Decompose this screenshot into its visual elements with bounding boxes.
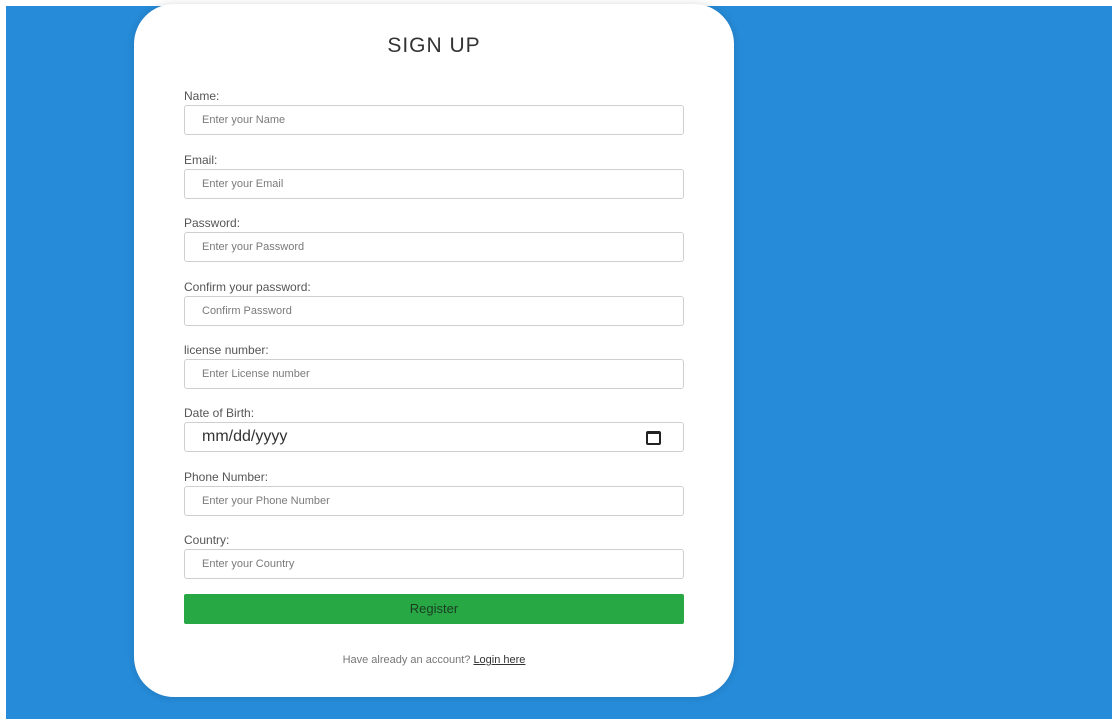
email-input[interactable]: Enter your Email	[184, 169, 684, 199]
confirm-password-label: Confirm your password:	[184, 280, 311, 294]
calendar-icon[interactable]	[646, 431, 661, 445]
login-prompt: Have already an account? Login here	[134, 654, 734, 666]
license-number-label: license number:	[184, 343, 269, 357]
password-field-group: Password: Enter your Password	[184, 215, 684, 262]
signup-card: SIGN UP Name: Enter your Name Email: Ent…	[134, 4, 734, 697]
country-placeholder: Enter your Country	[202, 558, 295, 570]
date-of-birth-input[interactable]: mm/dd/yyyy	[184, 422, 684, 452]
confirm-password-placeholder: Confirm Password	[202, 305, 292, 317]
country-label: Country:	[184, 533, 230, 547]
name-field-group: Name: Enter your Name	[184, 88, 684, 135]
email-field-group: Email: Enter your Email	[184, 152, 684, 199]
email-label: Email:	[184, 153, 218, 167]
license-number-input[interactable]: Enter License number	[184, 359, 684, 389]
password-input[interactable]: Enter your Password	[184, 232, 684, 262]
license-number-field-group: license number: Enter License number	[184, 342, 684, 389]
date-of-birth-label: Date of Birth:	[184, 406, 255, 420]
confirm-password-field-group: Confirm your password: Confirm Password	[184, 279, 684, 326]
license-number-placeholder: Enter License number	[202, 368, 310, 380]
country-field-group: Country: Enter your Country	[184, 532, 684, 579]
phone-number-placeholder: Enter your Phone Number	[202, 495, 330, 507]
password-label: Password:	[184, 216, 241, 230]
email-placeholder: Enter your Email	[202, 178, 284, 190]
register-button[interactable]: Register	[184, 594, 684, 624]
country-input[interactable]: Enter your Country	[184, 549, 684, 579]
name-input[interactable]: Enter your Name	[184, 105, 684, 135]
phone-number-label: Phone Number:	[184, 470, 269, 484]
name-placeholder: Enter your Name	[202, 114, 286, 126]
date-of-birth-value: mm/dd/yyyy	[202, 428, 288, 445]
password-placeholder: Enter your Password	[202, 241, 305, 253]
phone-number-field-group: Phone Number: Enter your Phone Number	[184, 469, 684, 516]
page-title: SIGN UP	[387, 34, 481, 57]
date-of-birth-field-group: Date of Birth: mm/dd/yyyy	[184, 405, 684, 452]
phone-number-input[interactable]: Enter your Phone Number	[184, 486, 684, 516]
confirm-password-input[interactable]: Confirm Password	[184, 296, 684, 326]
login-link[interactable]: Login here	[473, 654, 525, 666]
name-label: Name:	[184, 89, 220, 103]
page-background: SIGN UP Name: Enter your Name Email: Ent…	[6, 4, 1112, 719]
login-prompt-text: Have already an account?	[342, 654, 471, 666]
